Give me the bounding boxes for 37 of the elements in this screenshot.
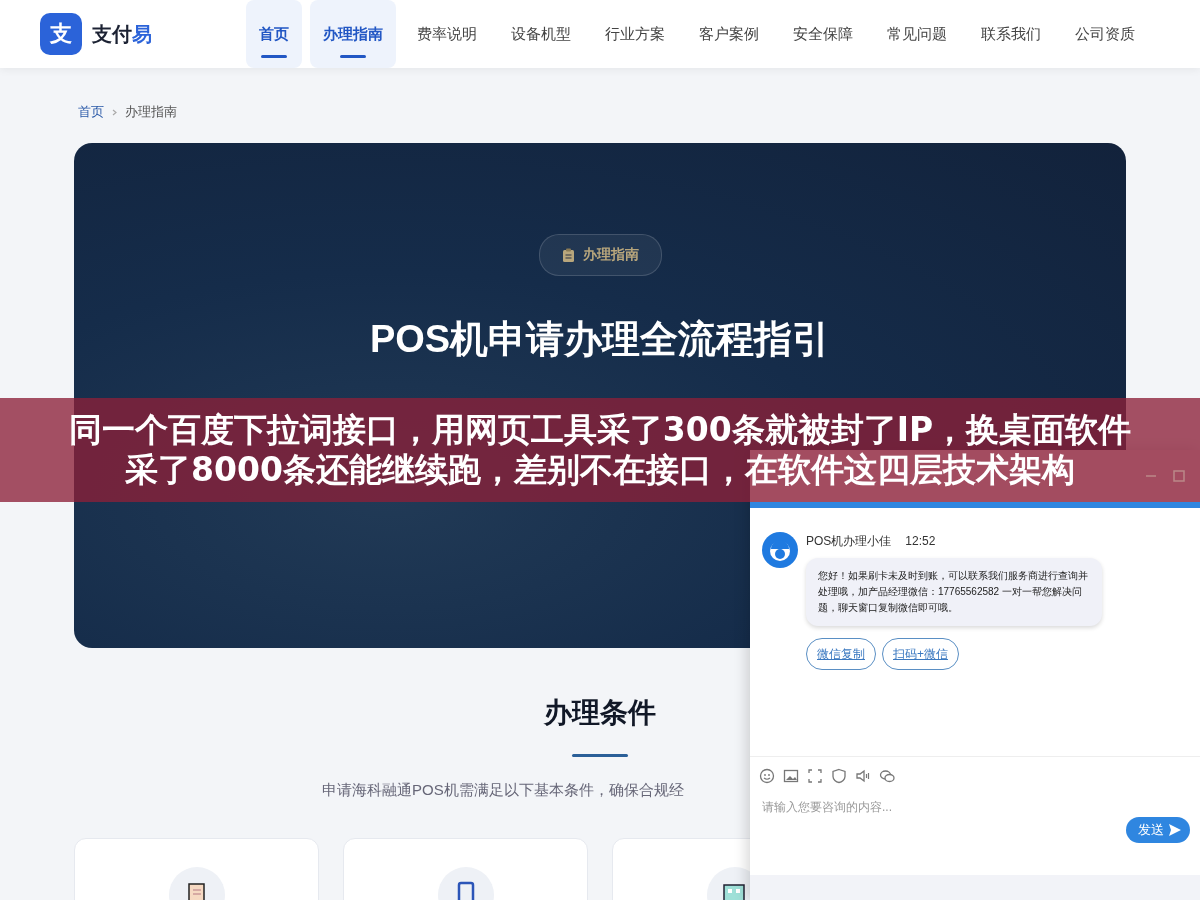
chat-bubbles-icon[interactable] — [879, 768, 895, 784]
phone-icon — [456, 881, 475, 900]
chevron-icon — [112, 108, 117, 116]
nav-tab[interactable]: 公司资质 — [1062, 0, 1148, 68]
agent-avatar — [762, 532, 798, 568]
nav-tab[interactable]: 费率说明 — [404, 0, 490, 68]
clipboard-icon — [561, 247, 575, 263]
send-button[interactable]: 发送 — [1126, 817, 1190, 843]
image-icon[interactable] — [783, 768, 799, 784]
quick-reply-button[interactable]: 微信复制 — [806, 638, 876, 670]
nav-tab[interactable]: 设备机型 — [498, 0, 584, 68]
message-time: 12:52 — [905, 534, 936, 548]
quick-reply-button[interactable]: 扫码+微信 — [882, 638, 959, 670]
brand-name[interactable]: 支付易 — [92, 20, 152, 48]
hero-title: POS机申请办理全流程指引 — [369, 317, 831, 362]
speaker-icon[interactable] — [855, 768, 871, 784]
badge-label: 办理指南 — [582, 246, 639, 264]
nav-tab[interactable]: 首页 — [246, 0, 302, 68]
smiley-icon[interactable] — [759, 768, 775, 784]
send-icon — [1168, 823, 1182, 837]
breadcrumb-current: 办理指南 — [125, 103, 177, 121]
message-input[interactable]: 请输入您要咨询的内容... — [760, 799, 1064, 815]
logo-mark[interactable]: 支 — [40, 13, 82, 55]
nav-tab[interactable]: 办理指南 — [310, 0, 396, 68]
message-bubble: 您好！如果刷卡未及时到账，可以联系我们服务商进行查询并处理哦，加产品经理微信：17765562582 一对一帮您解决问题，聊天窗口复制微信即可哦。 — [806, 558, 1102, 626]
agent-name: POS机办理小佳 — [806, 532, 892, 550]
caption-text: 同一个百度下拉词接口，用网页工具采了300条就被封了IP，换桌面软件采了8000条还能继续跑，差别不在接口，在软件这四层技术架构 — [67, 410, 1133, 490]
breadcrumb-link[interactable]: 首页 — [78, 103, 104, 121]
nav-tab[interactable]: 客户案例 — [686, 0, 772, 68]
shield-icon[interactable] — [831, 768, 847, 784]
nav-tab[interactable]: 行业方案 — [592, 0, 678, 68]
nav-tab[interactable]: 安全保障 — [780, 0, 866, 68]
section-subtitle: 申请海科融通POS机需满足以下基本条件，确保合规经 — [322, 781, 684, 798]
nav-tab[interactable]: 常见问题 — [874, 0, 960, 68]
nav-tab[interactable]: 联系我们 — [968, 0, 1054, 68]
section-title: 办理条件 — [544, 696, 656, 730]
fullscreen-icon[interactable] — [807, 768, 823, 784]
